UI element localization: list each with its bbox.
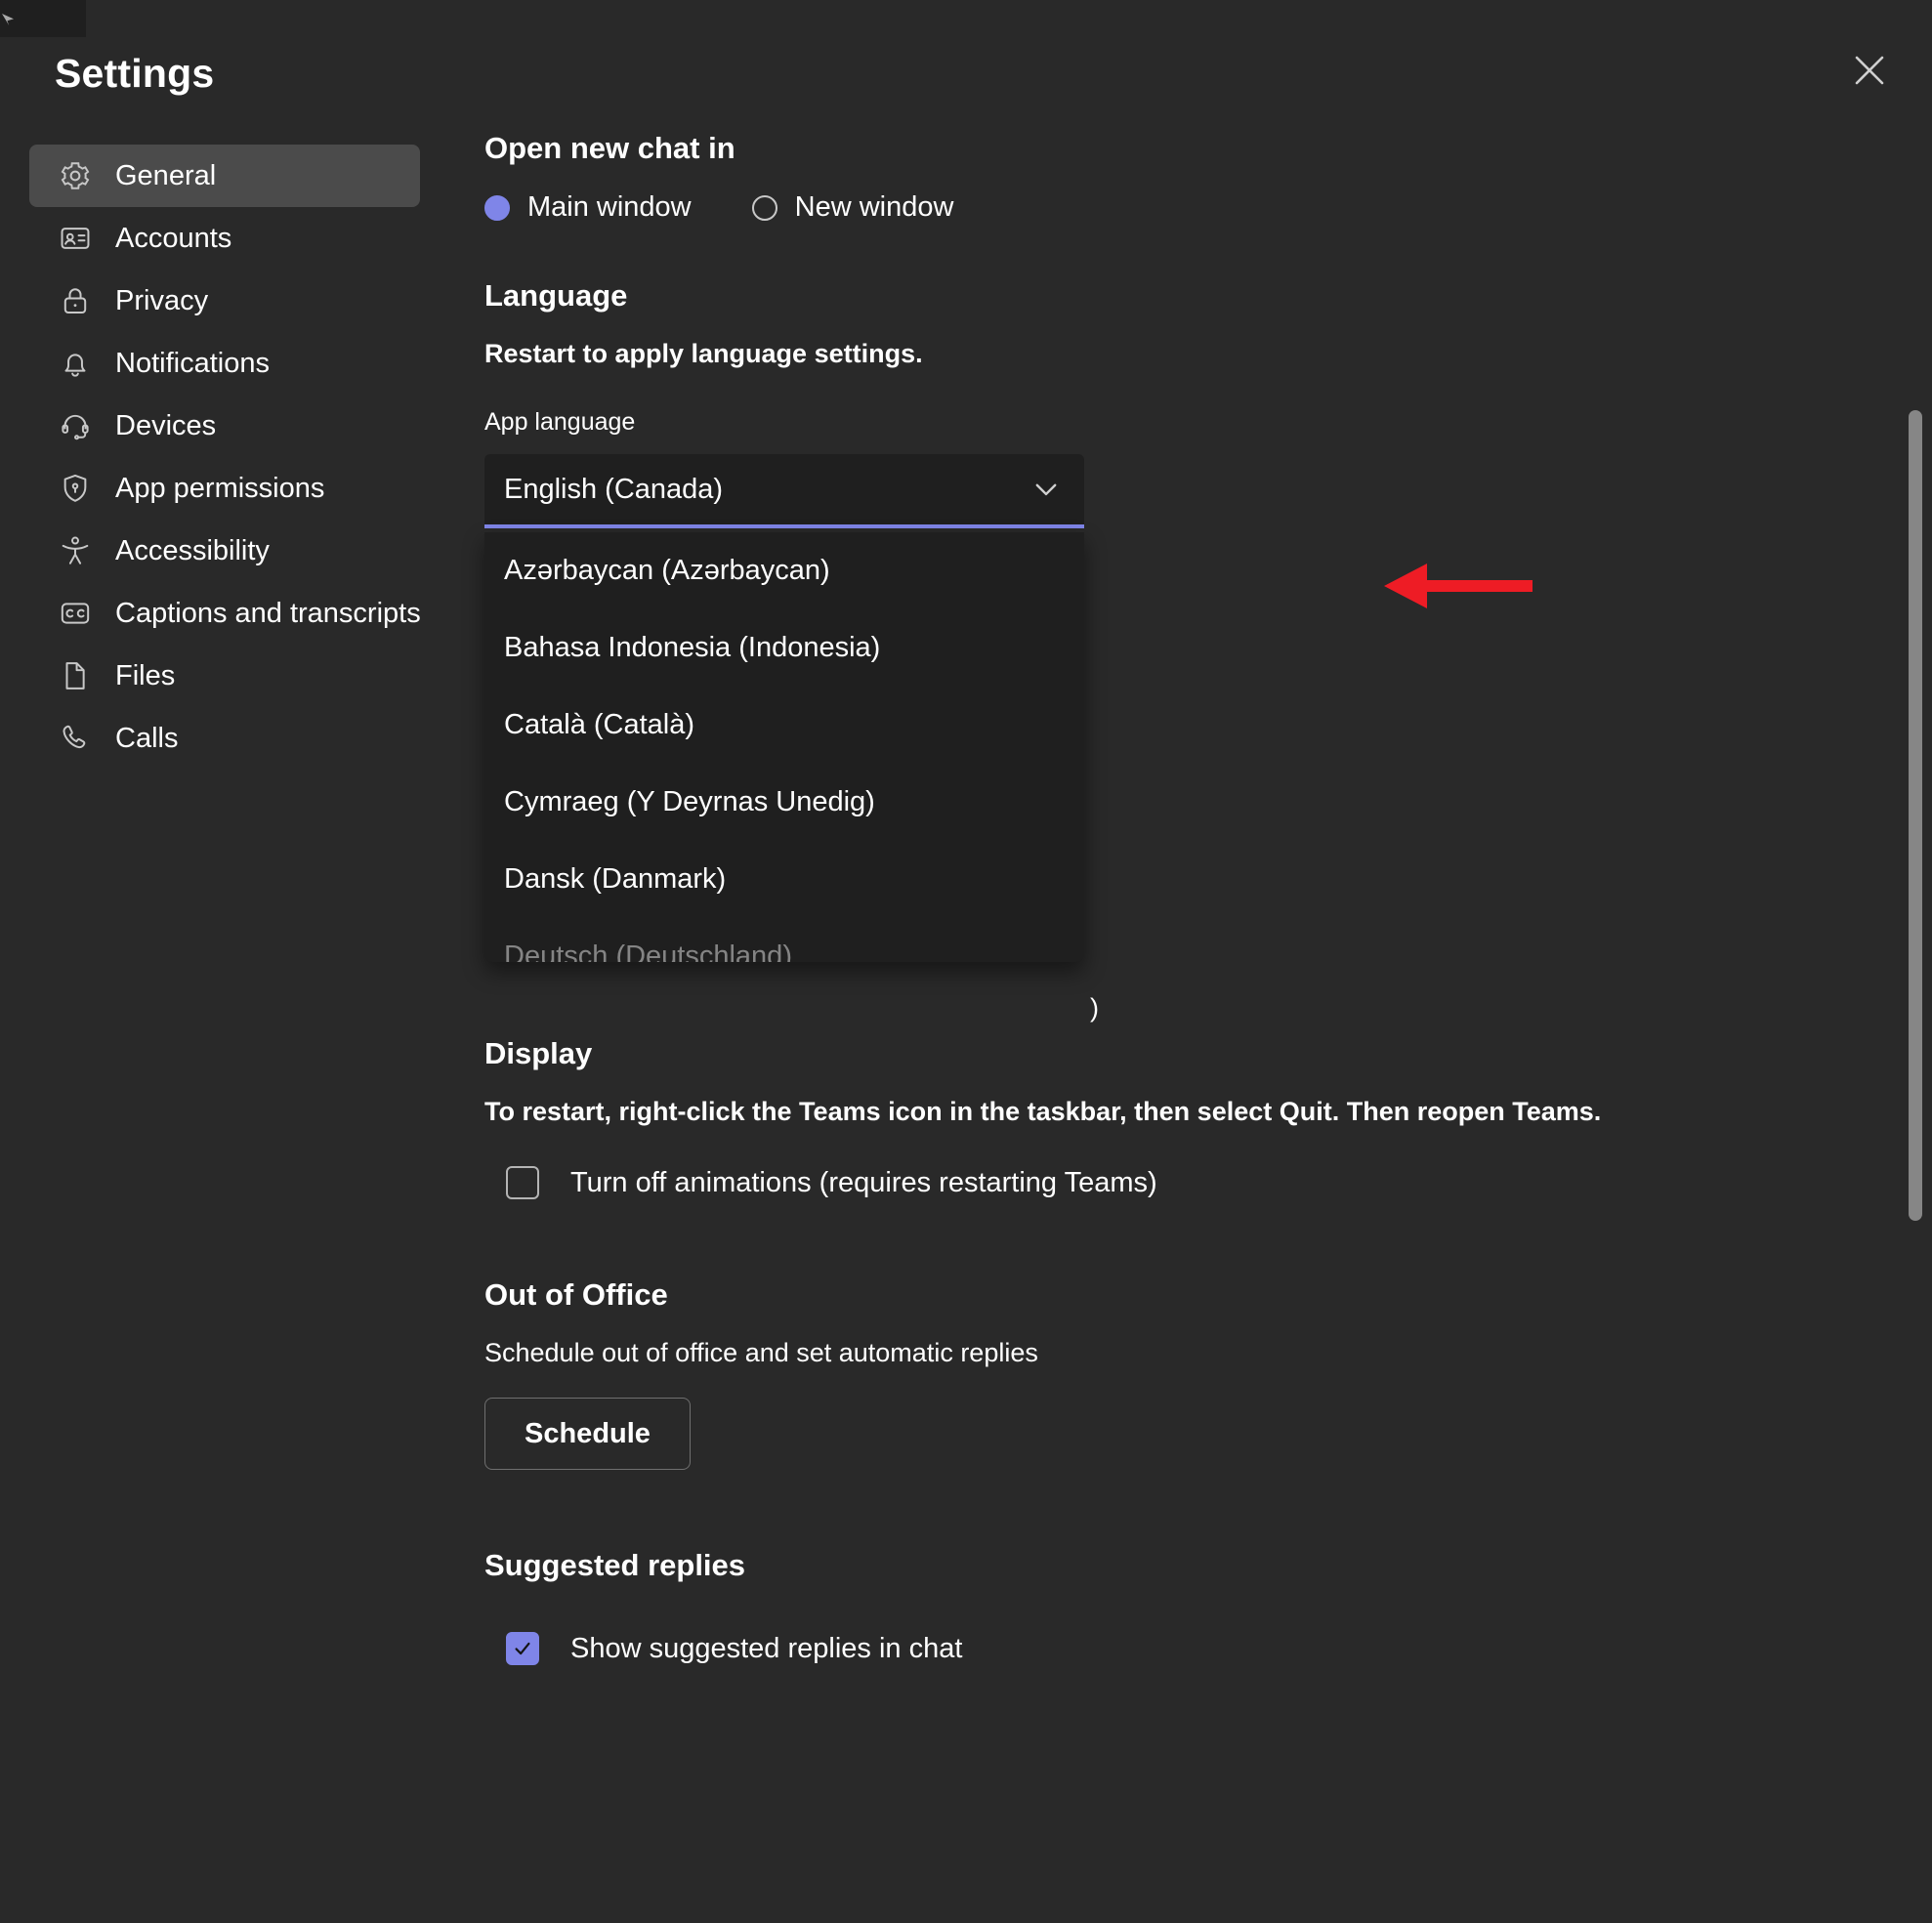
closed-caption-icon [57,595,94,632]
settings-sidebar: General Accounts Privacy Notifications D… [29,145,421,770]
app-language-combobox[interactable]: English (Canada) [484,454,1084,528]
open-new-chat-radio-group: Main window New window [484,191,1871,224]
app-language-dropdown-list[interactable]: Azərbaycan (Azərbaycan) Bahasa Indonesia… [484,532,1084,962]
phone-icon [57,720,94,757]
obscured-text-behind-dropdown: ) [1090,993,1099,1023]
lock-icon [57,282,94,319]
sidebar-item-label: Files [115,659,176,691]
dropdown-option[interactable]: Bahasa Indonesia (Indonesia) [484,609,1084,687]
document-icon [57,657,94,694]
language-restart-note: Restart to apply language settings. [484,339,923,368]
radio-new-window[interactable]: New window [751,191,954,224]
language-heading: Language [484,278,628,313]
app-language-value: English (Canada) [504,473,724,505]
page-title: Settings [55,51,215,96]
sidebar-item-label: Privacy [115,284,209,316]
radio-mark-icon [484,194,510,221]
radio-label: New window [794,191,954,223]
sidebar-item-label: App permissions [115,472,325,504]
checkbox-mark-icon [506,1166,539,1199]
headset-icon [57,407,94,444]
out-of-office-description: Schedule out of office and set automatic… [484,1338,1038,1367]
sidebar-item-accessibility[interactable]: Accessibility [29,520,420,582]
sidebar-item-label: Accounts [115,222,232,254]
bell-icon [57,345,94,382]
dropdown-option[interactable]: Cymraeg (Y Deyrnas Unedig) [484,764,1084,841]
show-suggested-replies-checkbox[interactable]: Show suggested replies in chat [484,1632,1871,1665]
shield-lock-icon [57,470,94,507]
window-corner-artifact [0,0,86,37]
scrollbar-thumb[interactable] [1909,410,1922,1221]
checkbox-mark-icon [506,1632,539,1665]
sidebar-item-privacy[interactable]: Privacy [29,270,420,332]
dropdown-option[interactable]: Català (Català) [484,687,1084,764]
chevron-down-icon[interactable] [1029,473,1063,506]
dropdown-option[interactable]: Deutsch (Deutschland) [484,918,1084,962]
sidebar-item-label: Accessibility [115,534,270,566]
gear-icon [57,157,94,194]
sidebar-item-devices[interactable]: Devices [29,395,420,457]
accessibility-person-icon [57,532,94,569]
sidebar-item-captions-and-transcripts[interactable]: Captions and transcripts [29,582,421,645]
turn-off-animations-checkbox[interactable]: Turn off animations (requires restarting… [484,1166,1871,1199]
dropdown-option[interactable]: Azərbaycan (Azərbaycan) [484,532,1084,609]
radio-label: Main window [527,191,692,223]
contact-card-icon [57,220,94,257]
radio-main-window[interactable]: Main window [484,191,692,224]
settings-window: Settings General Accounts Privacy Notifi… [0,0,1932,1923]
sidebar-item-app-permissions[interactable]: App permissions [29,457,420,520]
sidebar-item-general[interactable]: General [29,145,420,207]
app-language-field-wrap: ) English (Canada) Azərbaycan (Azərbayca… [484,454,1099,1023]
sidebar-item-notifications[interactable]: Notifications [29,332,420,395]
checkbox-label: Show suggested replies in chat [570,1632,963,1664]
sidebar-item-label: General [115,159,217,191]
sidebar-item-label: Calls [115,722,179,754]
checkbox-label: Turn off animations (requires restarting… [570,1166,1157,1198]
sidebar-item-calls[interactable]: Calls [29,707,420,770]
settings-content: Open new chat in Main window New window … [484,131,1871,1665]
app-language-label: App language [484,408,636,436]
sidebar-item-label: Captions and transcripts [115,597,421,629]
dropdown-option[interactable]: Dansk (Danmark) [484,841,1084,918]
out-of-office-heading: Out of Office [484,1277,668,1312]
sidebar-item-accounts[interactable]: Accounts [29,207,420,270]
open-new-chat-heading: Open new chat in [484,131,735,165]
display-note: To restart, right-click the Teams icon i… [484,1097,1602,1126]
display-heading: Display [484,1036,593,1070]
close-icon[interactable] [1842,43,1897,98]
sidebar-item-label: Notifications [115,347,270,379]
sidebar-item-files[interactable]: Files [29,645,420,707]
suggested-replies-heading: Suggested replies [484,1548,746,1582]
sidebar-item-label: Devices [115,409,217,441]
schedule-button[interactable]: Schedule [484,1398,691,1470]
radio-mark-icon [751,194,777,221]
